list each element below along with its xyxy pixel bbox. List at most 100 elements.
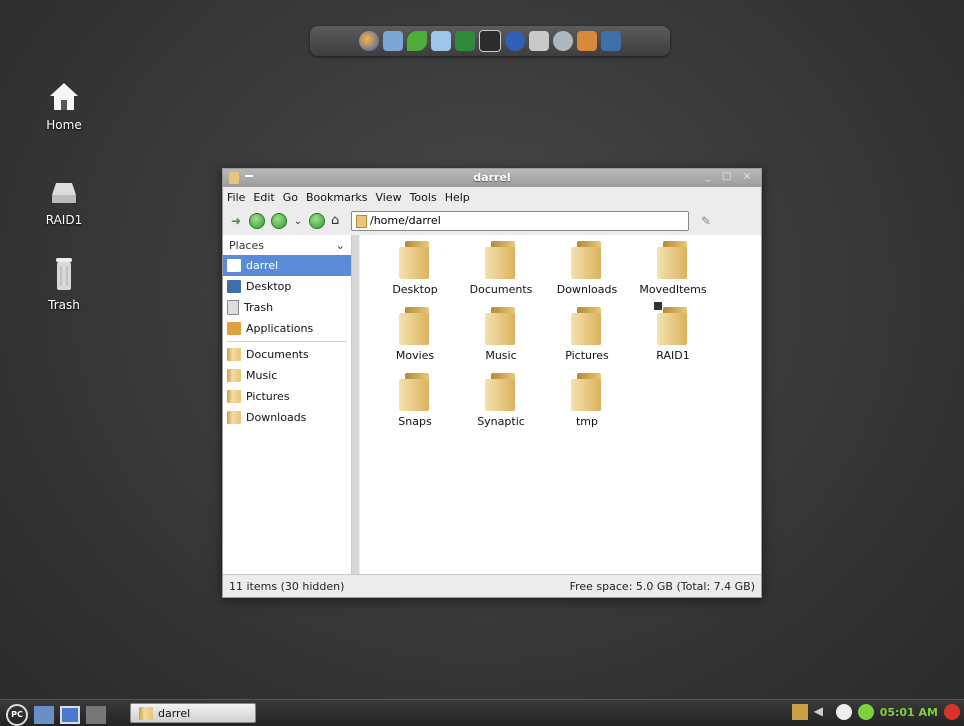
menu-go[interactable]: Go xyxy=(283,191,298,204)
file-item[interactable]: Downloads xyxy=(544,241,630,299)
sidebar-item-desktop[interactable]: Desktop xyxy=(223,276,351,297)
menu-tools[interactable]: Tools xyxy=(410,191,437,204)
workspace-switcher[interactable] xyxy=(86,706,106,724)
location-bar[interactable]: /home/darrel xyxy=(351,211,689,231)
desktop-icon-label: Trash xyxy=(48,298,80,312)
chevron-down-icon[interactable]: ⌄ xyxy=(336,239,345,252)
terminal-icon[interactable] xyxy=(479,30,501,52)
task-label: darrel xyxy=(158,706,191,720)
sidebar-item-label: Trash xyxy=(244,301,274,314)
back-button[interactable] xyxy=(249,213,265,229)
sidebar-header[interactable]: Places ⌄ xyxy=(223,235,351,255)
desktop-icon-home[interactable]: Home xyxy=(24,80,104,132)
menu-edit[interactable]: Edit xyxy=(253,191,274,204)
file-name: Snaps xyxy=(398,415,432,428)
up-button[interactable] xyxy=(309,213,325,229)
taskbar-launchers: PC xyxy=(6,704,106,726)
taskbar-window-darrel[interactable]: darrel xyxy=(130,703,256,723)
desktop-icon-raid1[interactable]: RAID1 xyxy=(24,175,104,227)
status-item-count: 11 items (30 hidden) xyxy=(229,579,345,593)
disk-tool-icon[interactable] xyxy=(553,31,573,51)
menu-view[interactable]: View xyxy=(375,191,401,204)
firefox-icon[interactable] xyxy=(359,31,379,51)
window-body: Places ⌄ darrel Desktop Trash Applicatio… xyxy=(223,235,761,575)
package-icon[interactable] xyxy=(577,31,597,51)
menu-file[interactable]: File xyxy=(227,191,245,204)
menubar: File Edit Go Bookmarks View Tools Help xyxy=(223,187,761,207)
folder-icon xyxy=(227,411,241,424)
file-item[interactable]: Movies xyxy=(372,307,458,365)
menu-bookmarks[interactable]: Bookmarks xyxy=(306,191,367,204)
folder-icon xyxy=(139,706,153,720)
sidebar-divider xyxy=(227,341,347,342)
folder-icon xyxy=(227,348,241,361)
leaf-icon[interactable] xyxy=(407,31,427,51)
desktop-icon-trash[interactable]: Trash xyxy=(24,256,104,312)
places-sidebar: Places ⌄ darrel Desktop Trash Applicatio… xyxy=(223,235,359,575)
sidebar-item-applications[interactable]: Applications xyxy=(223,318,351,339)
remote-desktop-icon[interactable] xyxy=(601,31,621,51)
network-status-icon[interactable] xyxy=(857,704,874,720)
sidebar-title: Places xyxy=(229,238,264,252)
window-controls[interactable]: _ □ × xyxy=(706,171,755,182)
folder-icon xyxy=(657,241,689,279)
home-button[interactable]: ⌂ xyxy=(331,214,345,228)
file-item[interactable]: MovedItems xyxy=(630,241,716,299)
display-icon[interactable] xyxy=(529,31,549,51)
sidebar-item-music[interactable]: Music xyxy=(223,365,351,386)
folder-icon xyxy=(227,390,241,403)
power-icon[interactable] xyxy=(944,704,960,720)
folder-icon xyxy=(485,373,517,411)
volume-icon[interactable]: ◀ xyxy=(814,704,830,720)
folder-icon xyxy=(571,241,603,279)
sidebar-item-pictures[interactable]: Pictures xyxy=(223,386,351,407)
file-name: Pictures xyxy=(565,349,609,362)
forward-button[interactable] xyxy=(271,213,287,229)
pane-splitter[interactable] xyxy=(352,235,359,575)
new-tab-arrow-icon[interactable]: ➜ xyxy=(229,214,243,228)
folder-icon xyxy=(485,241,517,279)
desktop-icon xyxy=(227,280,241,293)
file-item[interactable]: Documents xyxy=(458,241,544,299)
clipboard-icon[interactable] xyxy=(791,704,808,720)
file-item[interactable]: Music xyxy=(458,307,544,365)
folder-icon xyxy=(227,369,241,382)
go-icon[interactable]: ✎ xyxy=(701,214,715,228)
file-view: Desktop Documents Downloads MovedItems M… xyxy=(360,235,761,575)
applications-icon xyxy=(227,322,241,335)
file-name: RAID1 xyxy=(656,349,690,362)
calculator-icon[interactable] xyxy=(455,31,475,51)
show-desktop-icon[interactable] xyxy=(60,706,80,724)
history-dropdown-icon[interactable]: ⌄ xyxy=(293,216,303,227)
system-monitor-icon[interactable] xyxy=(431,31,451,51)
trash-icon xyxy=(48,256,80,292)
menu-help[interactable]: Help xyxy=(445,191,470,204)
start-menu-button[interactable]: PC xyxy=(6,704,28,726)
folder-icon xyxy=(571,373,603,411)
sidebar-item-trash[interactable]: Trash xyxy=(223,297,351,318)
launcher-dock xyxy=(310,26,670,56)
file-item[interactable]: Desktop xyxy=(372,241,458,299)
clock[interactable]: 05:01 AM xyxy=(880,706,938,719)
window-titlebar[interactable]: darrel _ □ × xyxy=(223,169,761,187)
update-ok-icon[interactable] xyxy=(835,704,852,720)
sidebar-item-downloads[interactable]: Downloads xyxy=(223,407,351,428)
folder-icon xyxy=(571,307,603,345)
sidebar-item-darrel[interactable]: darrel xyxy=(223,255,351,276)
network-icon[interactable] xyxy=(505,31,525,51)
file-manager-launcher-icon[interactable] xyxy=(34,706,54,724)
drive-icon xyxy=(48,175,80,207)
file-item[interactable]: RAID1 xyxy=(630,301,716,365)
monitor-icon[interactable] xyxy=(383,31,403,51)
file-name: tmp xyxy=(575,415,598,428)
file-item[interactable]: Pictures xyxy=(544,307,630,365)
sidebar-item-label: Downloads xyxy=(246,411,307,424)
file-item[interactable]: Snaps xyxy=(372,373,458,431)
file-grid: Desktop Documents Downloads MovedItems M… xyxy=(372,241,716,431)
file-item[interactable]: tmp xyxy=(544,373,630,431)
file-item[interactable]: Synaptic xyxy=(458,373,544,431)
symlink-emblem-icon xyxy=(653,301,663,311)
file-name: Synaptic xyxy=(477,415,525,428)
trash-icon xyxy=(227,300,239,315)
sidebar-item-documents[interactable]: Documents xyxy=(223,344,351,365)
